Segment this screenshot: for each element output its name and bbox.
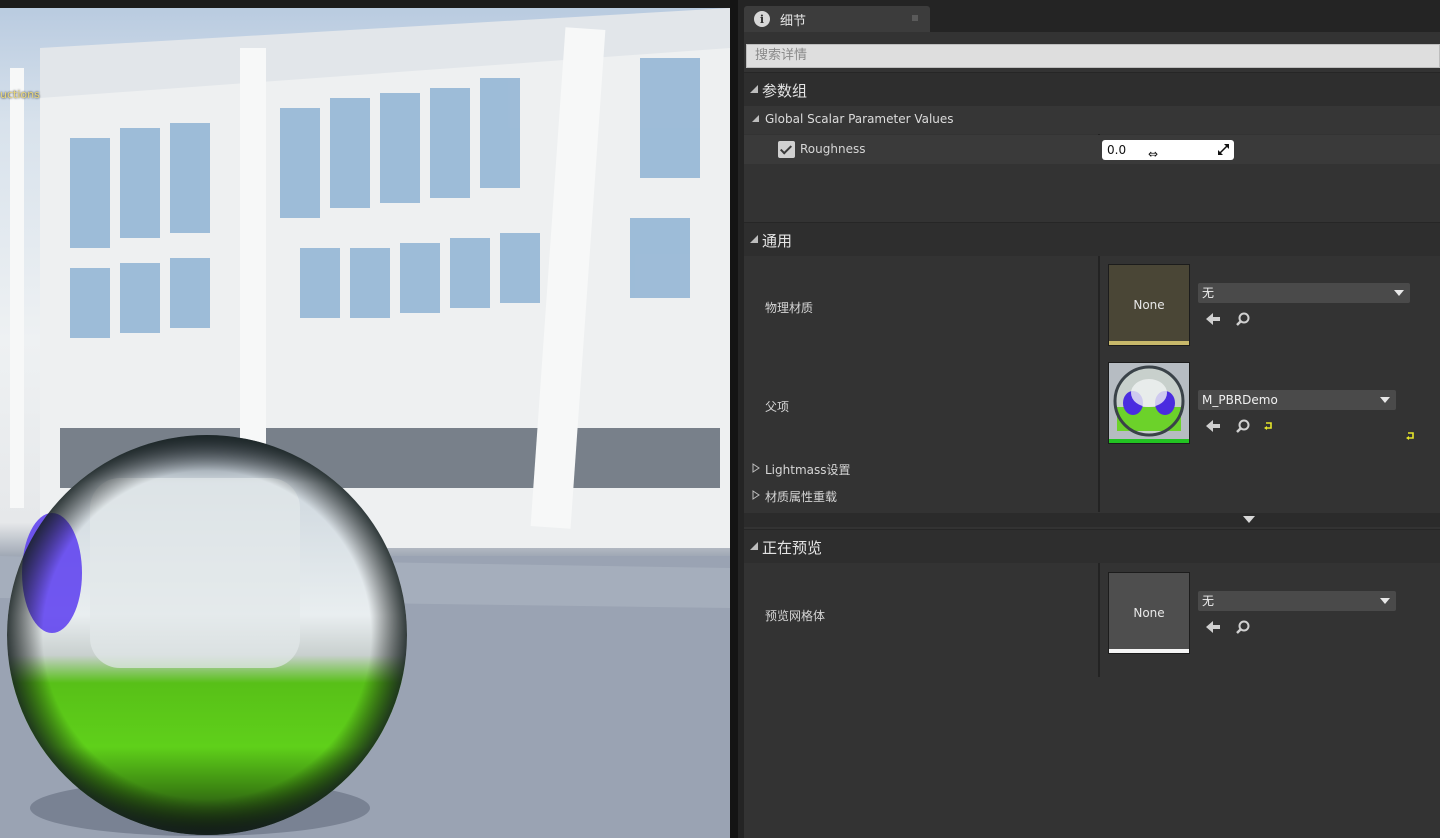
panel-splitter[interactable] (730, 0, 738, 838)
reset-to-default-icon[interactable] (1406, 431, 1416, 441)
preview-mesh-label: 预览网格体 (765, 609, 826, 623)
subcategory-global-scalar[interactable]: Global Scalar Parameter Values (744, 106, 1440, 134)
use-selected-arrow-icon[interactable] (1204, 310, 1222, 328)
chevron-down-icon (1380, 598, 1390, 604)
chevron-down-icon (1243, 516, 1255, 523)
phys-material-label: 物理材质 (765, 301, 814, 315)
asset-type-bar (1109, 341, 1189, 345)
category-general[interactable]: 通用 (744, 222, 1440, 256)
category-title: 参数组 (762, 82, 808, 100)
info-icon: i (754, 11, 770, 27)
thumbnail-none-label: None (1133, 606, 1165, 620)
phys-material-combo[interactable]: 无 (1198, 283, 1410, 303)
browse-search-icon[interactable] (1234, 417, 1252, 435)
category-param-group[interactable]: 参数组 (744, 72, 1440, 106)
category-title: 正在预览 (762, 539, 823, 557)
chevron-down-icon (1394, 290, 1404, 296)
asset-type-bar (1109, 439, 1189, 443)
combo-value: M_PBRDemo (1202, 393, 1278, 407)
material-override-label: 材质属性重载 (765, 490, 838, 504)
asset-type-bar (1109, 649, 1189, 653)
search-input[interactable]: 搜索详情 (746, 44, 1440, 68)
advanced-expander[interactable] (744, 513, 1440, 527)
roughness-value: 0.0 (1107, 143, 1127, 157)
property-row-material-override[interactable]: 材质属性重载 (744, 482, 1440, 509)
expand-arrow-icon (752, 490, 760, 500)
roughness-label: Roughness (800, 142, 866, 156)
use-selected-arrow-icon[interactable] (1204, 417, 1222, 435)
parent-label: 父项 (765, 400, 790, 414)
phys-material-thumbnail[interactable]: None (1108, 264, 1190, 346)
property-row-phys-material: 物理材质 None 无 (744, 257, 1440, 355)
parent-thumbnail[interactable] (1108, 362, 1190, 444)
expand-icon[interactable] (1218, 144, 1229, 155)
browse-search-icon[interactable] (1234, 618, 1252, 636)
chevron-down-icon (1380, 397, 1390, 403)
combo-value: 无 (1202, 286, 1215, 300)
subcategory-title: Global Scalar Parameter Values (765, 112, 954, 126)
tab-details[interactable]: i 细节 (744, 6, 930, 32)
collapse-arrow-icon (750, 85, 758, 93)
thumbnail-none-label: None (1133, 298, 1165, 312)
drag-cursor-icon: ⇔ (1148, 147, 1159, 161)
property-row-roughness: Roughness 0.0 ⇔ (744, 135, 1440, 164)
tab-close-icon[interactable] (912, 15, 918, 21)
reset-to-default-icon[interactable] (1264, 421, 1274, 431)
spacer-row (744, 164, 1440, 219)
lightmass-label: Lightmass设置 (765, 463, 851, 477)
preview-scene (0, 8, 730, 838)
property-row-parent: 父项 M_PBRDemo (744, 355, 1440, 455)
collapse-arrow-icon (752, 115, 759, 122)
parent-combo[interactable]: M_PBRDemo (1198, 390, 1396, 410)
property-row-lightmass[interactable]: Lightmass设置 (744, 455, 1440, 482)
collapse-arrow-icon (750, 542, 758, 550)
preview-mesh-thumbnail[interactable]: None (1108, 572, 1190, 654)
property-row-preview-mesh: 预览网格体 None 无 (744, 565, 1440, 665)
material-preview-viewport[interactable]: uctions (0, 8, 730, 838)
collapse-arrow-icon (750, 235, 758, 243)
preview-mesh-combo[interactable]: 无 (1198, 591, 1396, 611)
details-body: 搜索详情 参数组 Global Scalar Parameter Values … (744, 32, 1440, 838)
combo-value: 无 (1202, 594, 1215, 608)
viewport-overlay-text: uctions (0, 88, 40, 101)
browse-search-icon[interactable] (1234, 310, 1252, 328)
category-previewing[interactable]: 正在预览 (744, 529, 1440, 563)
details-panel: i 细节 搜索详情 参数组 Global Scalar Parameter Va… (738, 0, 1440, 838)
parent-material-preview (1113, 365, 1185, 437)
expand-arrow-icon (752, 463, 760, 473)
roughness-override-checkbox[interactable] (778, 141, 795, 158)
category-title: 通用 (762, 232, 793, 250)
use-selected-arrow-icon[interactable] (1204, 618, 1222, 636)
roughness-value-field[interactable]: 0.0 ⇔ (1102, 140, 1234, 161)
tab-details-label: 细节 (780, 13, 807, 29)
